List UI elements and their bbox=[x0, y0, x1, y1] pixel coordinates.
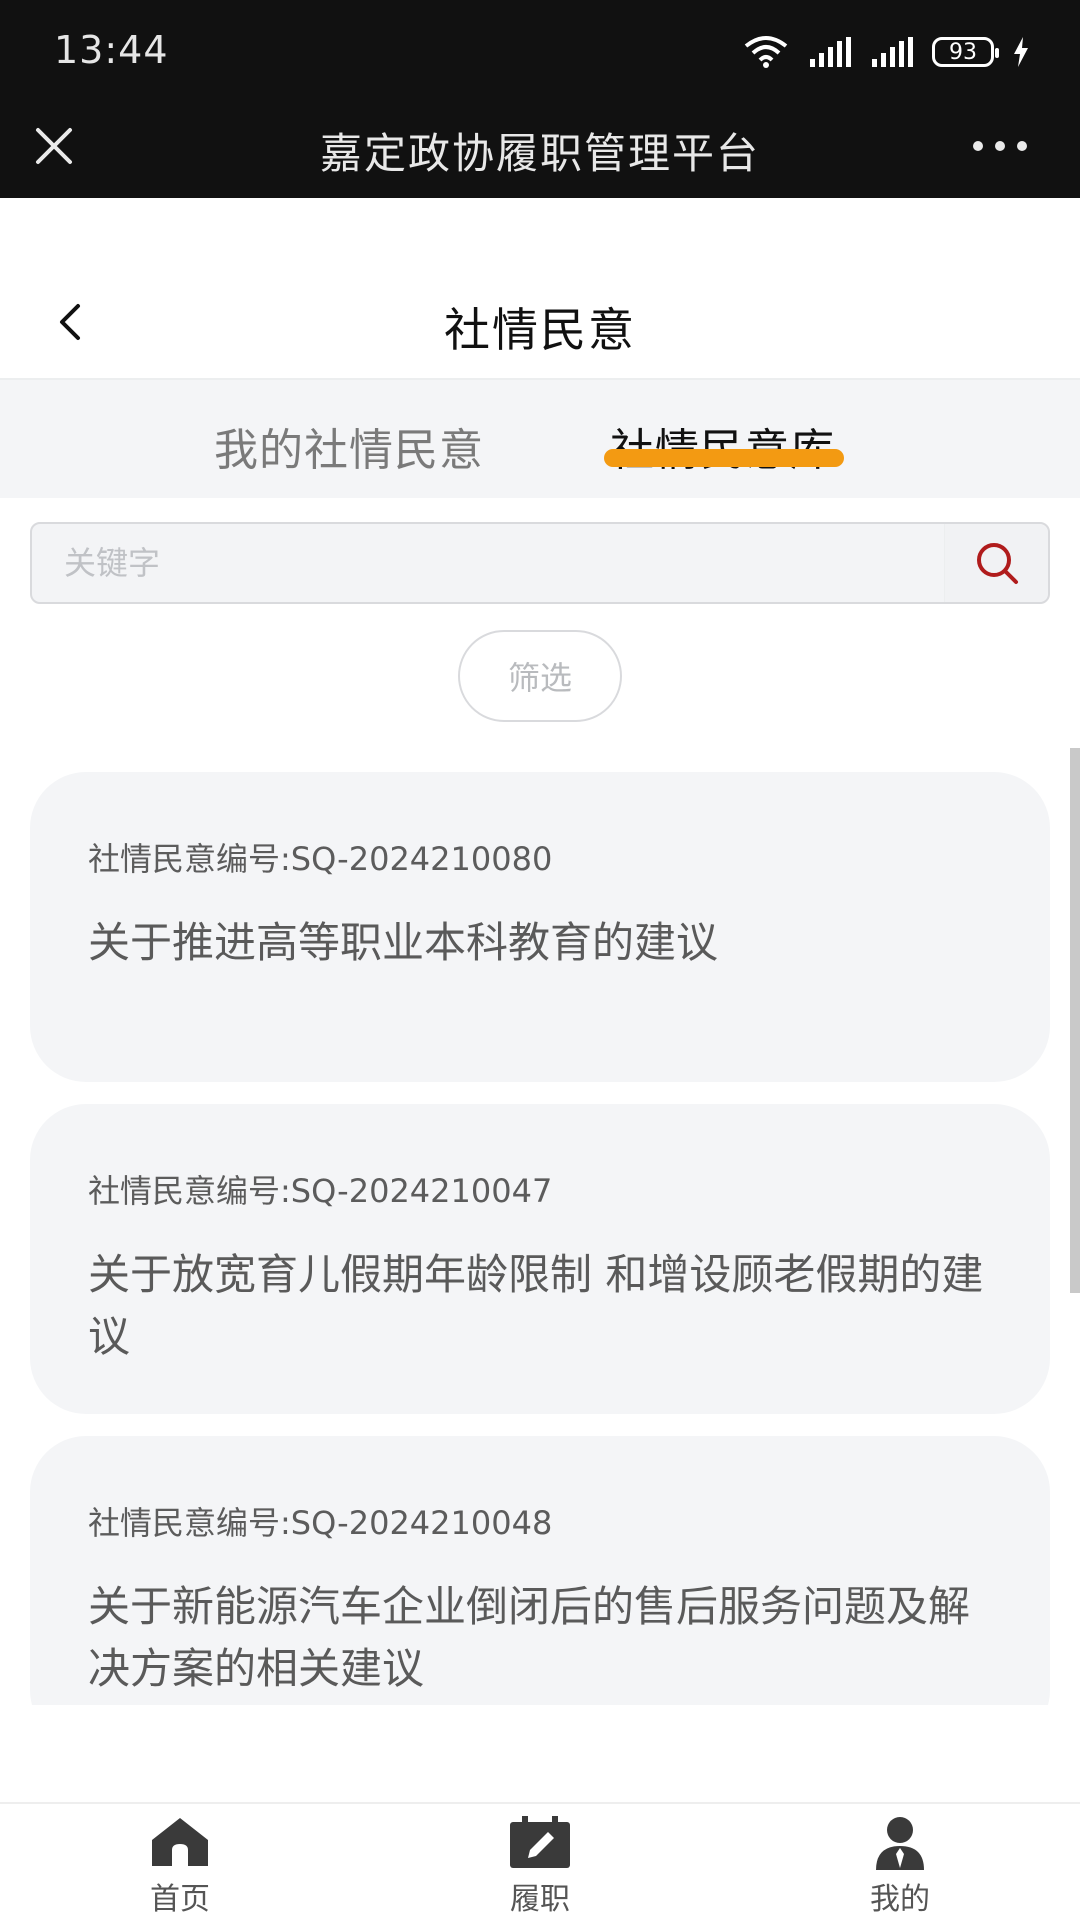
list-item[interactable]: 社情民意编号:SQ-2024210048 关于新能源汽车企业倒闭后的售后服务问题… bbox=[30, 1436, 1050, 1705]
tab-bar: 我的社情民意 社情民意库 bbox=[0, 378, 1080, 498]
opinion-title: 关于推进高等职业本科教育的建议 bbox=[88, 918, 719, 967]
bottom-nav: 首页 履职 我的 bbox=[0, 1802, 1080, 1920]
active-tab-indicator bbox=[604, 449, 844, 467]
opinion-list: 社情民意编号:SQ-2024210080 关于推进高等职业本科教育的建议 社情民… bbox=[0, 760, 1080, 1705]
opinion-code: 社情民意编号:SQ-2024210047 bbox=[88, 1172, 553, 1210]
opinion-code: 社情民意编号:SQ-2024210048 bbox=[88, 1504, 553, 1542]
signal-icon bbox=[810, 37, 851, 67]
list-item[interactable]: 社情民意编号:SQ-2024210080 关于推进高等职业本科教育的建议 bbox=[30, 772, 1050, 1082]
opinion-title: 关于放宽育儿假期年龄限制 和增设顾老假期的建议 bbox=[88, 1250, 984, 1361]
opinion-title: 关于新能源汽车企业倒闭后的售后服务问题及解决方案的相关建议 bbox=[88, 1582, 971, 1693]
filter-button[interactable]: 筛选 bbox=[458, 630, 622, 722]
search-box bbox=[30, 522, 1050, 604]
status-icons: 93 bbox=[742, 32, 1030, 72]
page-title: 社情民意 bbox=[444, 303, 636, 357]
page-nav-bar: 社情民意 bbox=[0, 198, 1080, 378]
signal-icon bbox=[872, 37, 913, 67]
search-input[interactable] bbox=[62, 524, 922, 602]
app-header: 嘉定政协履职管理平台 bbox=[0, 100, 1080, 198]
tab-opinion-library[interactable]: 社情民意库 bbox=[610, 414, 835, 478]
user-icon bbox=[876, 1817, 924, 1870]
search-button[interactable] bbox=[944, 524, 1048, 602]
tab-my-opinions[interactable]: 我的社情民意 bbox=[214, 414, 484, 478]
wifi-icon bbox=[744, 36, 788, 68]
list-item[interactable]: 社情民意编号:SQ-2024210047 关于放宽育儿假期年龄限制 和增设顾老假… bbox=[30, 1104, 1050, 1414]
nav-item-mine[interactable]: 我的 bbox=[800, 1814, 1000, 1922]
nav-label: 我的 bbox=[870, 1882, 930, 1917]
battery-tip bbox=[995, 48, 999, 58]
search-icon bbox=[976, 543, 1018, 584]
status-bar: 13:44 93 bbox=[0, 0, 1080, 100]
app-title: 嘉定政协履职管理平台 bbox=[319, 129, 760, 178]
status-time: 13:44 bbox=[54, 28, 169, 72]
nav-item-duty[interactable]: 履职 bbox=[440, 1814, 640, 1922]
nav-label: 首页 bbox=[150, 1882, 210, 1917]
close-icon[interactable] bbox=[34, 126, 74, 166]
nav-item-home[interactable]: 首页 bbox=[80, 1814, 280, 1922]
more-icon[interactable] bbox=[970, 138, 1030, 154]
scrollbar[interactable] bbox=[1070, 748, 1080, 1293]
edit-icon bbox=[510, 1816, 570, 1868]
battery-level: 93 bbox=[949, 39, 977, 65]
battery-indicator: 93 bbox=[932, 37, 999, 67]
opinion-code: 社情民意编号:SQ-2024210080 bbox=[88, 840, 553, 878]
nav-label: 履职 bbox=[510, 1882, 570, 1917]
charging-icon bbox=[1014, 37, 1028, 67]
home-icon bbox=[152, 1818, 208, 1866]
